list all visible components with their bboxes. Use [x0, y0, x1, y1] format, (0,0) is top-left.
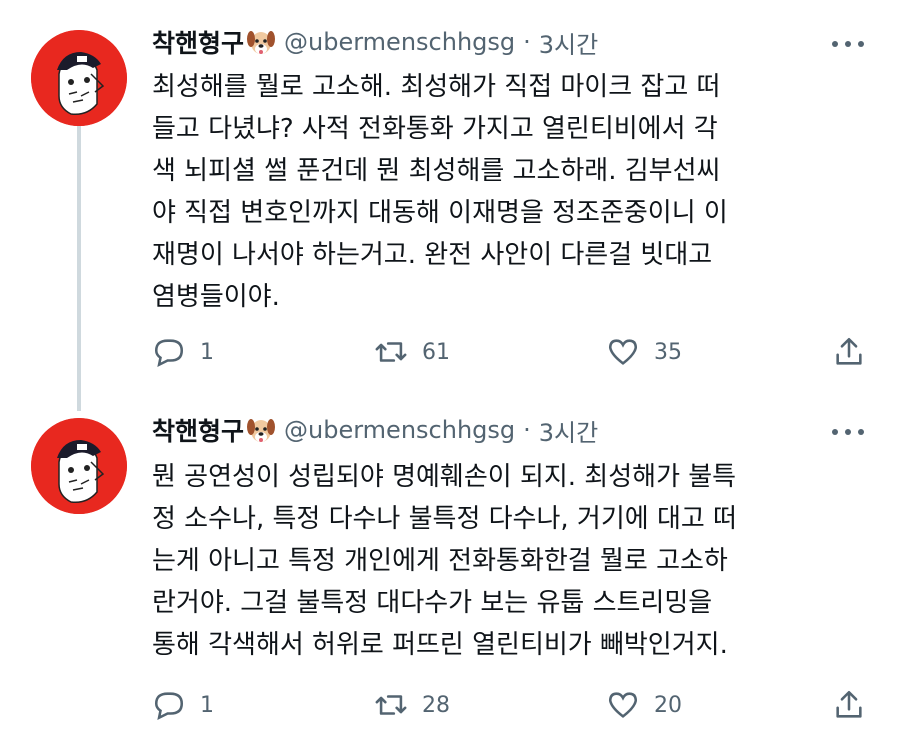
tweet-text-line: 염병들이야.: [152, 282, 280, 312]
reply-button[interactable]: 1: [152, 332, 214, 372]
tweet-text-line: 정 소수나, 특정 다수나 불특정 다수나, 거기에 대고 떠: [152, 504, 737, 534]
like-count: 35: [654, 339, 682, 365]
tweet-header: 착핸형구 @ubermenschhgsg · 3시간: [152, 22, 598, 62]
retweet-count: 28: [422, 692, 450, 718]
dog-face-icon: [246, 27, 276, 57]
more-options-icon[interactable]: [832, 34, 864, 54]
avatar[interactable]: [31, 418, 127, 514]
tweet-text-line: 통해 각색해서 허위로 퍼뜨린 열린티비가 빼박인거지.: [152, 630, 728, 660]
more-options-icon[interactable]: [832, 422, 864, 442]
tweet-timestamp[interactable]: 3시간: [539, 413, 598, 448]
share-icon: [836, 337, 862, 365]
retweet-count: 61: [422, 339, 450, 365]
reply-button[interactable]: 1: [152, 685, 214, 725]
like-count: 20: [654, 692, 682, 718]
avatar-image: [31, 30, 127, 126]
separator-dot: ·: [523, 28, 531, 56]
avatar-image: [31, 418, 127, 514]
like-button[interactable]: 20: [606, 685, 682, 725]
tweet[interactable]: 착핸형구 @ubermenschhgsg · 3시간 뭔 공연성이 성립되야 명…: [0, 390, 900, 749]
retweet-button[interactable]: 61: [374, 332, 450, 372]
share-button[interactable]: [832, 685, 880, 725]
tweet-text-line: 들고 다녔냐? 사적 전화통화 가지고 열린티비에서 각: [152, 114, 718, 144]
retweet-button[interactable]: 28: [374, 685, 450, 725]
author-name[interactable]: 착핸형구: [152, 24, 244, 60]
heart-icon: [608, 339, 638, 365]
dog-face-icon: [246, 415, 276, 445]
author-name[interactable]: 착핸형구: [152, 412, 244, 448]
author-handle[interactable]: @ubermenschhgsg: [284, 416, 515, 444]
author-handle[interactable]: @ubermenschhgsg: [284, 28, 515, 56]
tweet-text: 뭔 공연성이 성립되야 명예훼손이 되지. 최성해가 불특 정 소수나, 특정 …: [152, 456, 872, 666]
share-icon: [836, 690, 862, 718]
tweet-header: 착핸형구 @ubermenschhgsg · 3시간: [152, 410, 598, 450]
tweet-text-line: 색 뇌피셜 썰 푼건데 뭔 최성해를 고소하래. 김부선씨: [152, 156, 721, 186]
retweet-icon: [375, 342, 407, 362]
tweet-timestamp[interactable]: 3시간: [539, 25, 598, 60]
reply-icon: [154, 339, 184, 368]
tweet-text-line: 란거야. 그걸 불특정 대다수가 보는 유툽 스트리밍을: [152, 588, 713, 618]
tweet-actions: 1 28 20: [152, 685, 872, 725]
reply-count: 1: [200, 339, 214, 365]
tweet-text-line: 뭔 공연성이 성립되야 명예훼손이 되지. 최성해가 불특: [152, 462, 737, 492]
tweet[interactable]: 착핸형구 @ubermenschhgsg · 3시간 최성해를 뭘로 고소해. …: [0, 0, 900, 390]
tweet-text: 최성해를 뭘로 고소해. 최성해가 직접 마이크 잡고 떠 들고 다녔냐? 사적…: [152, 66, 872, 318]
tweet-actions: 1 61 35: [152, 332, 872, 372]
reply-icon: [154, 692, 184, 721]
like-button[interactable]: 35: [606, 332, 682, 372]
separator-dot: ·: [523, 416, 531, 444]
share-button[interactable]: [832, 332, 880, 372]
heart-icon: [608, 692, 638, 718]
tweet-text-line: 재명이 나서야 하는거고. 완전 사안이 다른걸 빗대고: [152, 240, 713, 270]
avatar[interactable]: [31, 30, 127, 126]
tweet-text-line: 야 직접 변호인까지 대동해 이재명을 정조준중이니 이: [152, 198, 728, 228]
tweet-text-line: 최성해를 뭘로 고소해. 최성해가 직접 마이크 잡고 떠: [152, 72, 721, 102]
tweet-text-line: 는게 아니고 특정 개인에게 전화통화한걸 뭘로 고소하: [152, 546, 728, 576]
retweet-icon: [375, 695, 407, 715]
reply-count: 1: [200, 692, 214, 718]
